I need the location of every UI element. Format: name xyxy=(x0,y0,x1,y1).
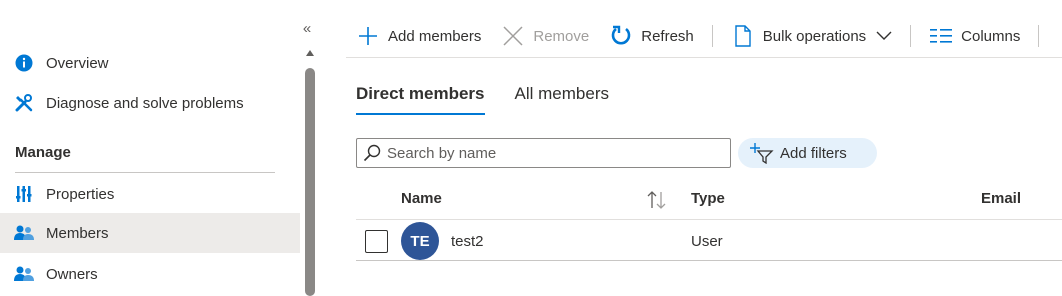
close-icon xyxy=(501,24,525,48)
toolbar-divider xyxy=(346,57,1062,58)
column-header-type[interactable]: Type xyxy=(691,190,725,207)
chevron-down-icon xyxy=(876,31,892,41)
add-filter-icon xyxy=(750,142,774,165)
sidebar-item-label: Diagnose and solve problems xyxy=(46,94,244,112)
members-icon xyxy=(14,223,34,243)
toolbar-separator xyxy=(1038,25,1040,47)
properties-icon xyxy=(14,184,34,204)
sidebar-item-members[interactable]: Members xyxy=(0,213,300,253)
refresh-button[interactable]: Refresh xyxy=(599,16,704,56)
columns-button[interactable]: Columns xyxy=(919,16,1030,56)
row-checkbox[interactable] xyxy=(365,230,388,253)
columns-label: Columns xyxy=(961,27,1021,45)
info-icon xyxy=(14,53,34,73)
remove-label: Remove xyxy=(533,27,590,45)
search-icon xyxy=(363,144,381,162)
add-filters-button[interactable]: Add filters xyxy=(738,138,877,168)
tab-all-members[interactable]: All members xyxy=(515,84,609,112)
collapse-sidebar-button[interactable]: « xyxy=(298,20,316,38)
table-row[interactable]: TE test2 User xyxy=(356,220,1062,261)
sort-arrows-icon[interactable] xyxy=(646,190,668,210)
search-box[interactable] xyxy=(356,138,731,168)
sidebar: « Overview Diagnose and solve problems M… xyxy=(0,0,318,296)
sidebar-item-diagnose[interactable]: Diagnose and solve problems xyxy=(0,83,300,123)
sidebar-item-label: Overview xyxy=(46,54,109,72)
owners-icon xyxy=(14,264,34,284)
refresh-icon xyxy=(609,24,633,48)
add-members-button[interactable]: Add members xyxy=(346,16,491,56)
add-filters-label: Add filters xyxy=(780,144,847,162)
remove-button[interactable]: Remove xyxy=(491,16,599,56)
section-heading-manage: Manage xyxy=(15,144,71,161)
member-name[interactable]: test2 xyxy=(451,233,484,250)
tab-direct-members[interactable]: Direct members xyxy=(356,84,485,115)
bulk-operations-button[interactable]: Bulk operations xyxy=(721,16,902,56)
sidebar-item-properties[interactable]: Properties xyxy=(0,174,300,214)
sidebar-item-label: Owners xyxy=(46,265,98,283)
table-header: Name Type Email xyxy=(356,180,1062,220)
sidebar-item-overview[interactable]: Overview xyxy=(0,43,300,83)
sidebar-item-label: Properties xyxy=(46,185,115,203)
add-members-label: Add members xyxy=(388,27,482,45)
member-type: User xyxy=(691,233,723,250)
plus-icon xyxy=(356,24,380,48)
column-header-email[interactable]: Email xyxy=(981,190,1021,207)
search-input[interactable] xyxy=(387,144,717,162)
document-icon xyxy=(731,24,755,48)
column-header-name[interactable]: Name xyxy=(401,190,442,207)
toolbar-separator xyxy=(910,25,912,47)
section-divider xyxy=(15,172,275,173)
scroll-up-arrow-icon[interactable] xyxy=(306,50,314,56)
sidebar-item-owners[interactable]: Owners xyxy=(0,254,300,294)
sidebar-scrollbar[interactable] xyxy=(304,46,316,296)
bulk-operations-label: Bulk operations xyxy=(762,27,867,45)
member-tabs: Direct members All members xyxy=(356,84,639,115)
command-bar: Add members Remove Refresh Bulk operatio… xyxy=(346,16,1047,56)
sidebar-item-label: Members xyxy=(46,224,109,242)
wrench-icon xyxy=(14,93,34,113)
refresh-label: Refresh xyxy=(641,27,694,45)
avatar: TE xyxy=(401,222,439,260)
scroll-thumb[interactable] xyxy=(305,68,315,296)
toolbar-separator xyxy=(711,25,713,47)
columns-icon xyxy=(929,24,953,48)
